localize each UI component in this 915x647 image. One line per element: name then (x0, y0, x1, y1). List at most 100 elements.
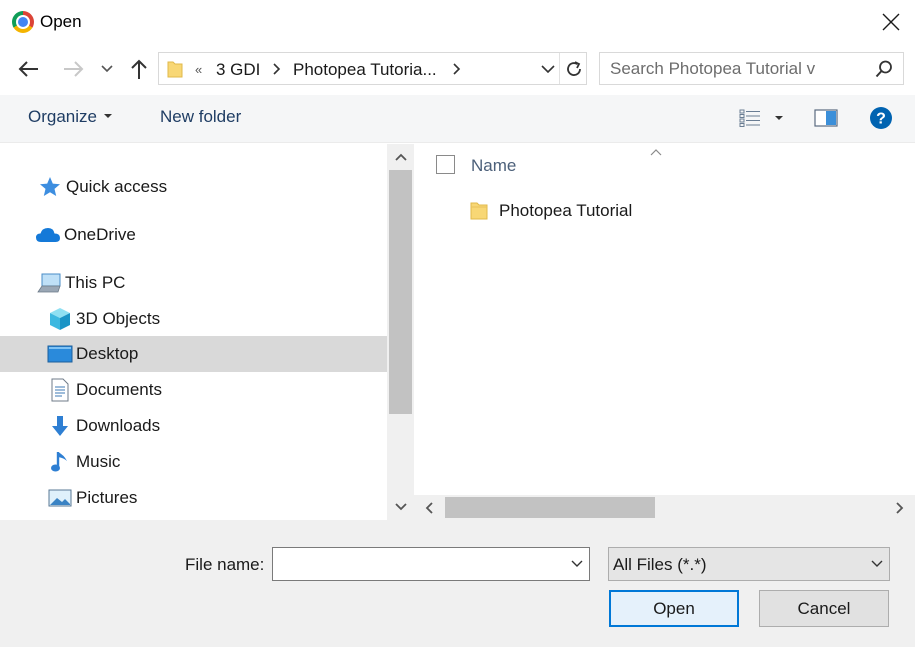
scroll-left-button[interactable] (414, 495, 444, 520)
cube-icon (46, 307, 74, 331)
sort-ascending-icon (650, 144, 662, 162)
music-icon (46, 450, 74, 474)
sidebar-item-onedrive[interactable]: OneDrive (0, 217, 387, 253)
close-button[interactable] (876, 8, 906, 36)
sidebar-item-label: Documents (76, 380, 162, 399)
help-button[interactable]: ? (868, 105, 894, 131)
sidebar-item-downloads[interactable]: Downloads (0, 408, 387, 444)
chevron-right-icon[interactable] (273, 62, 281, 80)
folder-icon (470, 200, 488, 225)
pictures-icon (46, 486, 74, 510)
open-button[interactable]: Open (609, 590, 739, 627)
sidebar-item-documents[interactable]: Documents (0, 372, 387, 408)
sidebar-item-label: Quick access (66, 177, 168, 196)
sidebar-item-label: Downloads (76, 416, 161, 435)
chrome-icon (12, 11, 34, 33)
scroll-down-button[interactable] (387, 494, 414, 520)
scrollbar-thumb[interactable] (389, 170, 412, 414)
column-header-name[interactable]: Name (471, 156, 516, 176)
sidebar-item-music[interactable]: Music (0, 444, 387, 480)
scrollbar-thumb[interactable] (445, 497, 655, 518)
sidebar-item-pictures[interactable]: Pictures (0, 480, 387, 516)
chevron-down-icon (541, 64, 555, 73)
close-icon (882, 13, 900, 31)
search-input[interactable] (600, 53, 870, 84)
list-item[interactable]: Photopea Tutorial (414, 196, 915, 226)
title-bar: Open (0, 0, 915, 44)
search-box[interactable] (599, 52, 904, 85)
scroll-up-button[interactable] (387, 144, 414, 170)
file-name-combobox[interactable] (272, 547, 590, 581)
select-all-checkbox[interactable] (436, 155, 455, 174)
svg-text:?: ? (876, 111, 886, 128)
up-button[interactable] (125, 54, 153, 84)
back-button[interactable] (14, 54, 42, 84)
download-icon (46, 414, 74, 438)
organize-button[interactable]: Organize (28, 107, 112, 127)
chevron-left-icon (425, 501, 433, 514)
sidebar-item-quick-access[interactable]: Quick access (0, 169, 387, 205)
help-icon: ? (870, 107, 892, 129)
preview-pane-icon (814, 109, 838, 127)
refresh-button[interactable] (559, 53, 587, 84)
new-folder-button[interactable]: New folder (160, 107, 241, 127)
file-name: Photopea Tutorial (499, 201, 633, 220)
organize-label: Organize (28, 107, 97, 126)
address-bar[interactable]: « 3 GDI Photopea Tutoria... (158, 52, 587, 85)
navigation-bar: « 3 GDI Photopea Tutoria... (0, 44, 915, 94)
scroll-right-button[interactable] (885, 495, 915, 520)
document-icon (46, 378, 74, 402)
sidebar-item-label: This PC (65, 273, 126, 292)
up-arrow-icon (131, 59, 147, 79)
sidebar-item-label: Desktop (76, 344, 139, 363)
recent-locations-button[interactable] (95, 54, 119, 84)
desktop-icon (46, 342, 74, 366)
file-name-dropdown-button[interactable] (565, 548, 589, 580)
chevron-right-icon[interactable] (453, 62, 461, 80)
caret-down-icon (775, 116, 783, 120)
chevron-up-icon (394, 153, 407, 161)
navigation-pane: Quick access OneDrive This PC 3D Objects… (0, 144, 387, 520)
file-name-label: File name: (185, 555, 265, 574)
view-options-button[interactable] (771, 105, 787, 131)
dialog-footer: File name: All Files (*.*) Open Cancel (0, 520, 915, 647)
sidebar-item-label: Pictures (76, 488, 138, 507)
sidebar-item-label: Music (76, 452, 121, 471)
sidebar-item-label: 3D Objects (76, 309, 161, 328)
chevron-down-icon (101, 65, 113, 73)
back-arrow-icon (18, 61, 38, 77)
preview-pane-button[interactable] (812, 105, 840, 131)
star-icon (36, 175, 64, 199)
chevron-down-icon (571, 560, 583, 567)
sidebar-item-this-pc[interactable]: This PC (0, 265, 387, 301)
command-toolbar: Organize New folder ? (0, 95, 915, 143)
file-name-input[interactable] (273, 548, 563, 580)
details-view-icon[interactable] (738, 105, 762, 131)
breadcrumb-segment-photopea[interactable]: Photopea Tutoria... (293, 60, 437, 80)
forward-button[interactable] (60, 54, 88, 84)
file-type-dropdown-button[interactable] (865, 548, 889, 580)
cloud-icon (34, 223, 62, 247)
address-dropdown-button[interactable] (537, 53, 559, 84)
column-header-row: Name (414, 144, 915, 188)
folder-icon (167, 60, 183, 83)
file-type-select[interactable]: All Files (*.*) (608, 547, 890, 581)
breadcrumb-overflow[interactable]: « (195, 62, 202, 77)
forward-arrow-icon (64, 61, 84, 77)
search-icon[interactable] (872, 58, 896, 80)
file-list-horizontal-scrollbar[interactable] (414, 495, 915, 520)
window-title: Open (40, 12, 82, 31)
refresh-icon (566, 60, 581, 76)
sidebar-item-3d-objects[interactable]: 3D Objects (0, 301, 387, 337)
chevron-right-icon (896, 501, 904, 514)
file-type-value: All Files (*.*) (613, 555, 707, 574)
caret-down-icon (103, 114, 112, 118)
navigation-pane-scrollbar[interactable] (387, 144, 414, 520)
chevron-down-icon (871, 560, 883, 567)
sidebar-item-desktop[interactable]: Desktop (0, 336, 387, 372)
computer-icon (35, 271, 63, 295)
sidebar-item-label: OneDrive (64, 225, 136, 244)
cancel-button[interactable]: Cancel (759, 590, 889, 627)
chevron-down-icon (394, 503, 407, 511)
breadcrumb-segment-3gdi[interactable]: 3 GDI (216, 60, 260, 80)
